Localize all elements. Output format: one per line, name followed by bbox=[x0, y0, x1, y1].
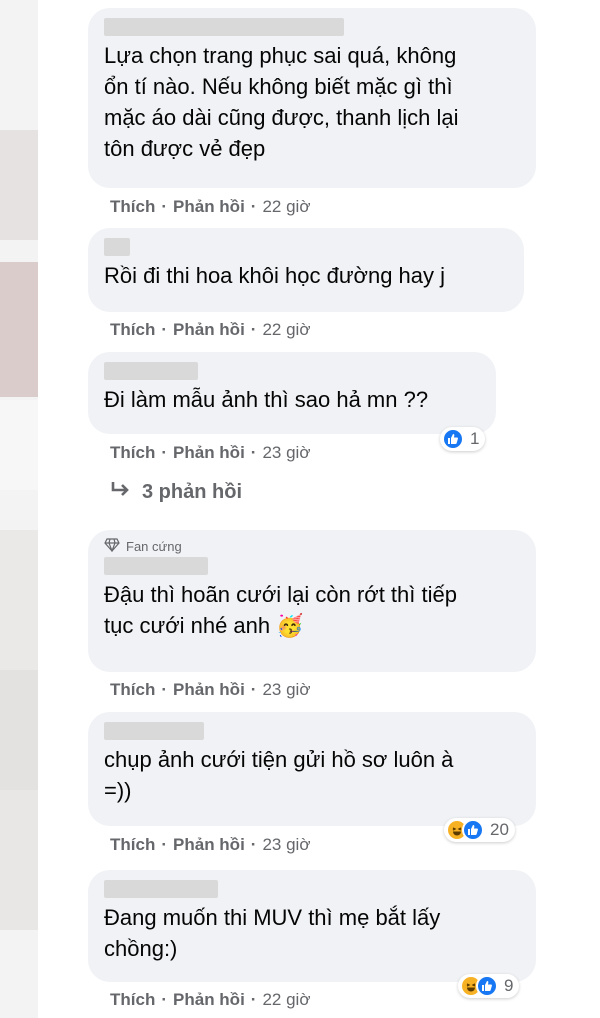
comment-text: chụp ảnh cưới tiện gửi hồ sơ luôn à =)) bbox=[104, 747, 454, 803]
separator-dot: · bbox=[250, 443, 257, 462]
separator-dot: · bbox=[161, 320, 168, 339]
comment-bubble: chụp ảnh cưới tiện gửi hồ sơ luôn à =)) bbox=[88, 712, 536, 826]
fan-badge: Fan cứng bbox=[104, 538, 520, 555]
comment-actions: Thích · Phản hồi · 22 giờ bbox=[110, 320, 310, 340]
reaction-summary[interactable]: 20 bbox=[444, 818, 515, 842]
separator-dot: · bbox=[161, 835, 168, 854]
timestamp[interactable]: 22 giờ bbox=[262, 990, 310, 1010]
separator-dot: · bbox=[161, 990, 168, 1009]
comment-actions: Thích · Phản hồi · 23 giờ bbox=[110, 443, 310, 463]
reply-button[interactable]: Phản hồi bbox=[173, 197, 245, 217]
like-button[interactable]: Thích bbox=[110, 443, 155, 463]
comment-text: Lựa chọn trang phục sai quá, không ổn tí… bbox=[104, 43, 459, 161]
reply-button[interactable]: Phản hồi bbox=[173, 443, 245, 463]
like-icon bbox=[476, 975, 498, 997]
background-segment bbox=[0, 670, 38, 790]
like-button[interactable]: Thích bbox=[110, 835, 155, 855]
background-segment bbox=[0, 400, 38, 490]
comment: Rồi đi thi hoa khôi học đường hay j bbox=[88, 228, 524, 312]
like-button[interactable]: Thích bbox=[110, 990, 155, 1010]
separator-dot: · bbox=[161, 197, 168, 216]
reaction-count: 1 bbox=[470, 429, 480, 448]
separator-dot: · bbox=[250, 835, 257, 854]
comment: Đang muốn thi MUV thì mẹ bắt lấy chồng:) bbox=[88, 870, 536, 982]
separator-dot: · bbox=[250, 320, 257, 339]
separator-dot: · bbox=[161, 680, 168, 699]
like-button[interactable]: Thích bbox=[110, 680, 155, 700]
comment-text: Đậu thì hoãn cưới lại còn rớt thì tiếp t… bbox=[104, 579, 520, 641]
timestamp[interactable]: 23 giờ bbox=[262, 835, 310, 855]
timestamp[interactable]: 23 giờ bbox=[262, 443, 310, 463]
author-name-redacted[interactable] bbox=[104, 557, 208, 575]
comment-bubble: Lựa chọn trang phục sai quá, không ổn tí… bbox=[88, 8, 536, 188]
separator-dot: · bbox=[250, 680, 257, 699]
separator-dot: · bbox=[161, 443, 168, 462]
author-name-redacted[interactable] bbox=[104, 18, 344, 36]
separator-dot: · bbox=[250, 197, 257, 216]
comment-bubble: Đang muốn thi MUV thì mẹ bắt lấy chồng:) bbox=[88, 870, 536, 982]
timestamp[interactable]: 22 giờ bbox=[262, 197, 310, 217]
author-name-redacted[interactable] bbox=[104, 722, 204, 740]
background-segment bbox=[0, 790, 38, 930]
like-button[interactable]: Thích bbox=[110, 197, 155, 217]
comment: Lựa chọn trang phục sai quá, không ổn tí… bbox=[88, 8, 536, 188]
fan-badge-label: Fan cứng bbox=[126, 539, 182, 554]
comment-actions: Thích · Phản hồi · 23 giờ bbox=[110, 680, 310, 700]
comment-text: Đang muốn thi MUV thì mẹ bắt lấy chồng:) bbox=[104, 905, 441, 961]
background-segment bbox=[0, 262, 38, 397]
background-segment bbox=[0, 530, 38, 670]
author-name-redacted[interactable] bbox=[104, 238, 130, 256]
left-edge-strip bbox=[0, 0, 38, 1018]
comment-actions: Thích · Phản hồi · 22 giờ bbox=[110, 990, 310, 1010]
comment: Đi làm mẫu ảnh thì sao hả mn ?? bbox=[88, 352, 496, 434]
comment-actions: Thích · Phản hồi · 23 giờ bbox=[110, 835, 310, 855]
comment: chụp ảnh cưới tiện gửi hồ sơ luôn à =)) bbox=[88, 712, 536, 826]
timestamp[interactable]: 23 giờ bbox=[262, 680, 310, 700]
like-button[interactable]: Thích bbox=[110, 320, 155, 340]
reaction-summary[interactable]: 1 bbox=[440, 427, 486, 451]
reply-arrow-icon bbox=[110, 480, 132, 504]
timestamp[interactable]: 22 giờ bbox=[262, 320, 310, 340]
comment-bubble: Rồi đi thi hoa khôi học đường hay j bbox=[88, 228, 524, 312]
reaction-summary[interactable]: 9 bbox=[458, 974, 520, 998]
like-icon bbox=[462, 819, 484, 841]
comment: Fan cứng Đậu thì hoãn cưới lại còn rớt t… bbox=[88, 530, 536, 672]
reaction-count: 20 bbox=[490, 820, 509, 839]
reply-button[interactable]: Phản hồi bbox=[173, 320, 245, 340]
comment-bubble: Đi làm mẫu ảnh thì sao hả mn ?? bbox=[88, 352, 496, 434]
comment-actions: Thích · Phản hồi · 22 giờ bbox=[110, 197, 310, 217]
reply-button[interactable]: Phản hồi bbox=[173, 680, 245, 700]
reaction-count: 9 bbox=[504, 976, 514, 995]
comment-text: Đi làm mẫu ảnh thì sao hả mn ?? bbox=[104, 387, 429, 412]
partying-face-emoji: 🥳 bbox=[276, 613, 304, 638]
comment-bubble: Fan cứng Đậu thì hoãn cưới lại còn rớt t… bbox=[88, 530, 536, 672]
author-name-redacted[interactable] bbox=[104, 880, 218, 898]
view-replies-link[interactable]: 3 phản hồi bbox=[110, 480, 242, 504]
diamond-icon bbox=[104, 538, 120, 555]
separator-dot: · bbox=[250, 990, 257, 1009]
background-segment bbox=[0, 130, 38, 240]
reply-button[interactable]: Phản hồi bbox=[173, 835, 245, 855]
author-name-redacted[interactable] bbox=[104, 362, 198, 380]
view-replies-label: 3 phản hồi bbox=[142, 480, 242, 503]
comment-text: Rồi đi thi hoa khôi học đường hay j bbox=[104, 263, 446, 288]
like-icon bbox=[442, 428, 464, 450]
reply-button[interactable]: Phản hồi bbox=[173, 990, 245, 1010]
